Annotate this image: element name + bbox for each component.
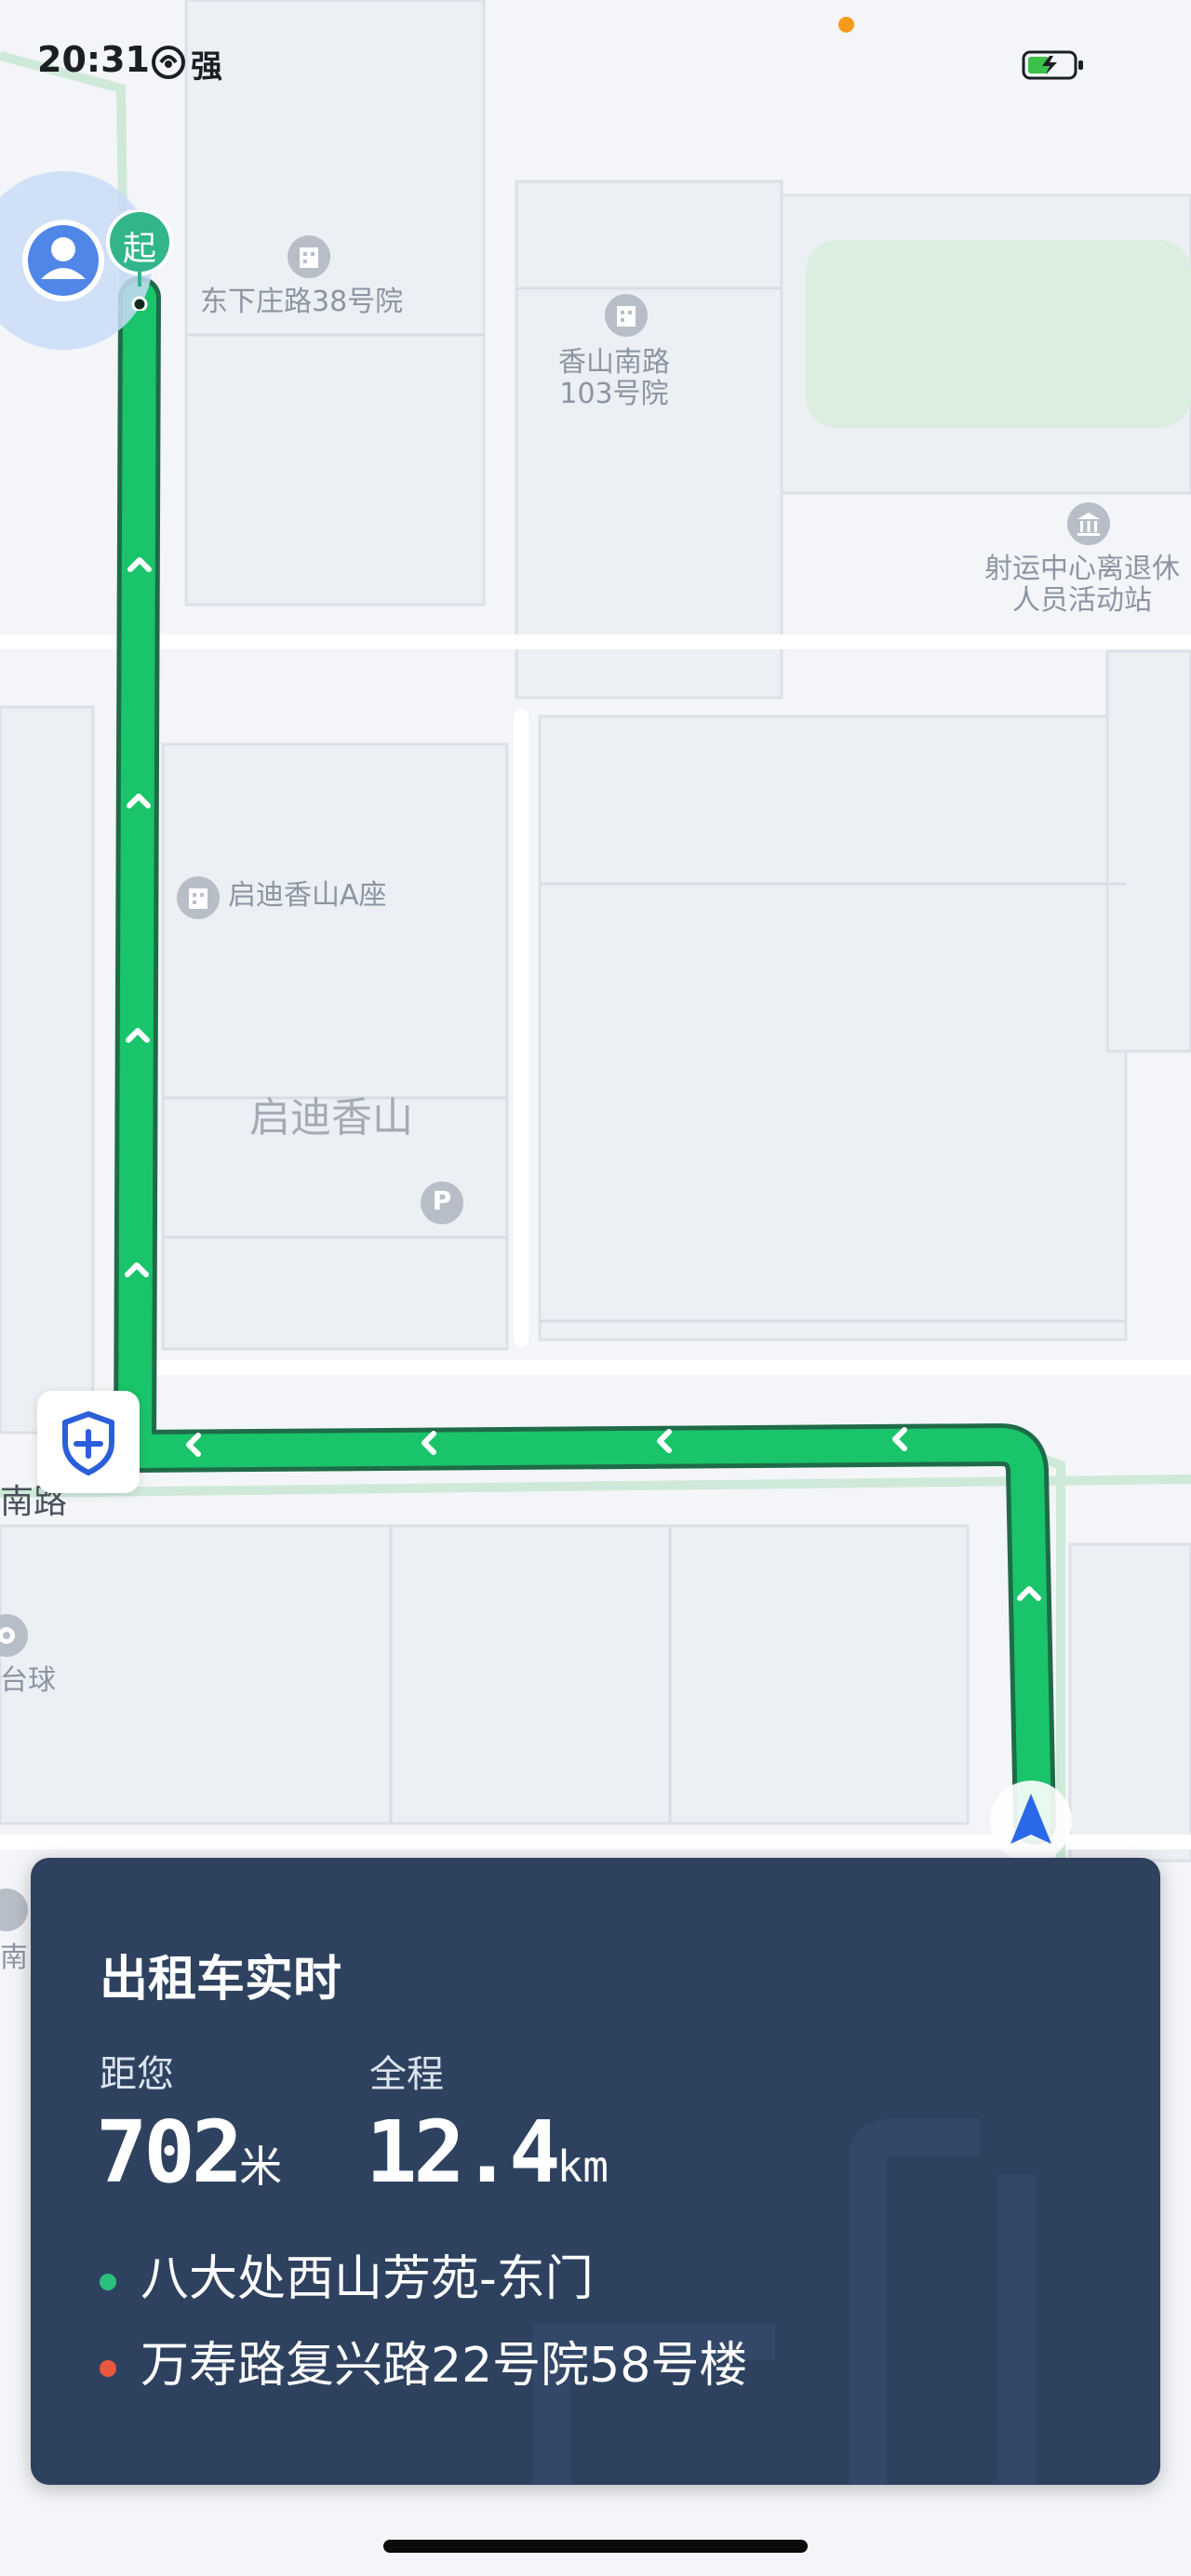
museum-icon[interactable] (1067, 502, 1110, 545)
battery-charging-icon (1022, 50, 1083, 80)
total-distance-label: 全程 (369, 2053, 444, 2096)
status-bar: 20:31 强 (0, 0, 1191, 121)
area-label: 启迪香山 (249, 1094, 413, 1141)
origin-dot (100, 2274, 116, 2290)
building-icon[interactable] (288, 235, 330, 278)
privacy-dot-indicator (838, 17, 854, 33)
park-area (806, 240, 1191, 428)
origin-row: 八大处西山芳苑-东门 (100, 2239, 594, 2309)
status-time: 20:31 (37, 39, 150, 80)
signal-icon (152, 46, 185, 79)
destination-row: 万寿路复兴路22号院58号楼 (100, 2326, 747, 2396)
origin-address: 八大处西山芳苑-东门 (141, 2251, 594, 2307)
destination-address: 万寿路复兴路22号院58号楼 (141, 2338, 748, 2394)
billiards-icon[interactable] (0, 1614, 28, 1657)
distance-to-you-unit: 米 (239, 2142, 283, 2192)
poi-label[interactable]: 射运中心离退休 人员活动站 (984, 554, 1180, 617)
parking-label: P (432, 1185, 452, 1216)
destination-dot (100, 2360, 116, 2377)
home-indicator[interactable] (383, 2540, 808, 2553)
start-marker-label: 起 (122, 230, 156, 268)
distance-to-you-value-group: 702米 (96, 2102, 282, 2218)
parking-icon[interactable]: P (421, 1181, 463, 1224)
building-icon[interactable] (605, 294, 648, 337)
signal-strength-label: 强 (191, 48, 222, 86)
safety-shield-button[interactable] (37, 1391, 140, 1493)
poi-label[interactable]: 香山南路 103号院 (558, 347, 670, 410)
poi-label[interactable]: 启迪香山A座 (228, 880, 387, 912)
distance-to-you-label: 距您 (100, 2053, 174, 2096)
card-title: 出租车实时 (100, 1952, 342, 2008)
total-distance-value-group: 12.4km (366, 2102, 609, 2218)
total-distance-unit: km (556, 2142, 609, 2192)
building-icon[interactable] (177, 876, 220, 919)
start-marker[interactable]: 起 (104, 210, 175, 311)
poi-label[interactable]: 台球 (0, 1665, 56, 1697)
app-root: 东下庄路38号院 香山南路 103号院 射运中心离退休 人员活动站 启迪香山A座… (0, 0, 1191, 2576)
total-distance-value: 12.4 (366, 2102, 561, 2202)
distance-to-you-value: 702 (96, 2102, 243, 2202)
poi-label[interactable]: 东下庄路38号院 (200, 287, 403, 318)
car-position-arrow-icon[interactable] (988, 1779, 1074, 1864)
taxi-realtime-card[interactable]: 出租车实时 距您 702米 全程 12.4km 八大处西山芳苑-东门 万寿路复兴… (31, 1858, 1160, 2485)
shield-plus-icon (62, 1411, 114, 1475)
partial-label: 南 (0, 1942, 28, 1974)
